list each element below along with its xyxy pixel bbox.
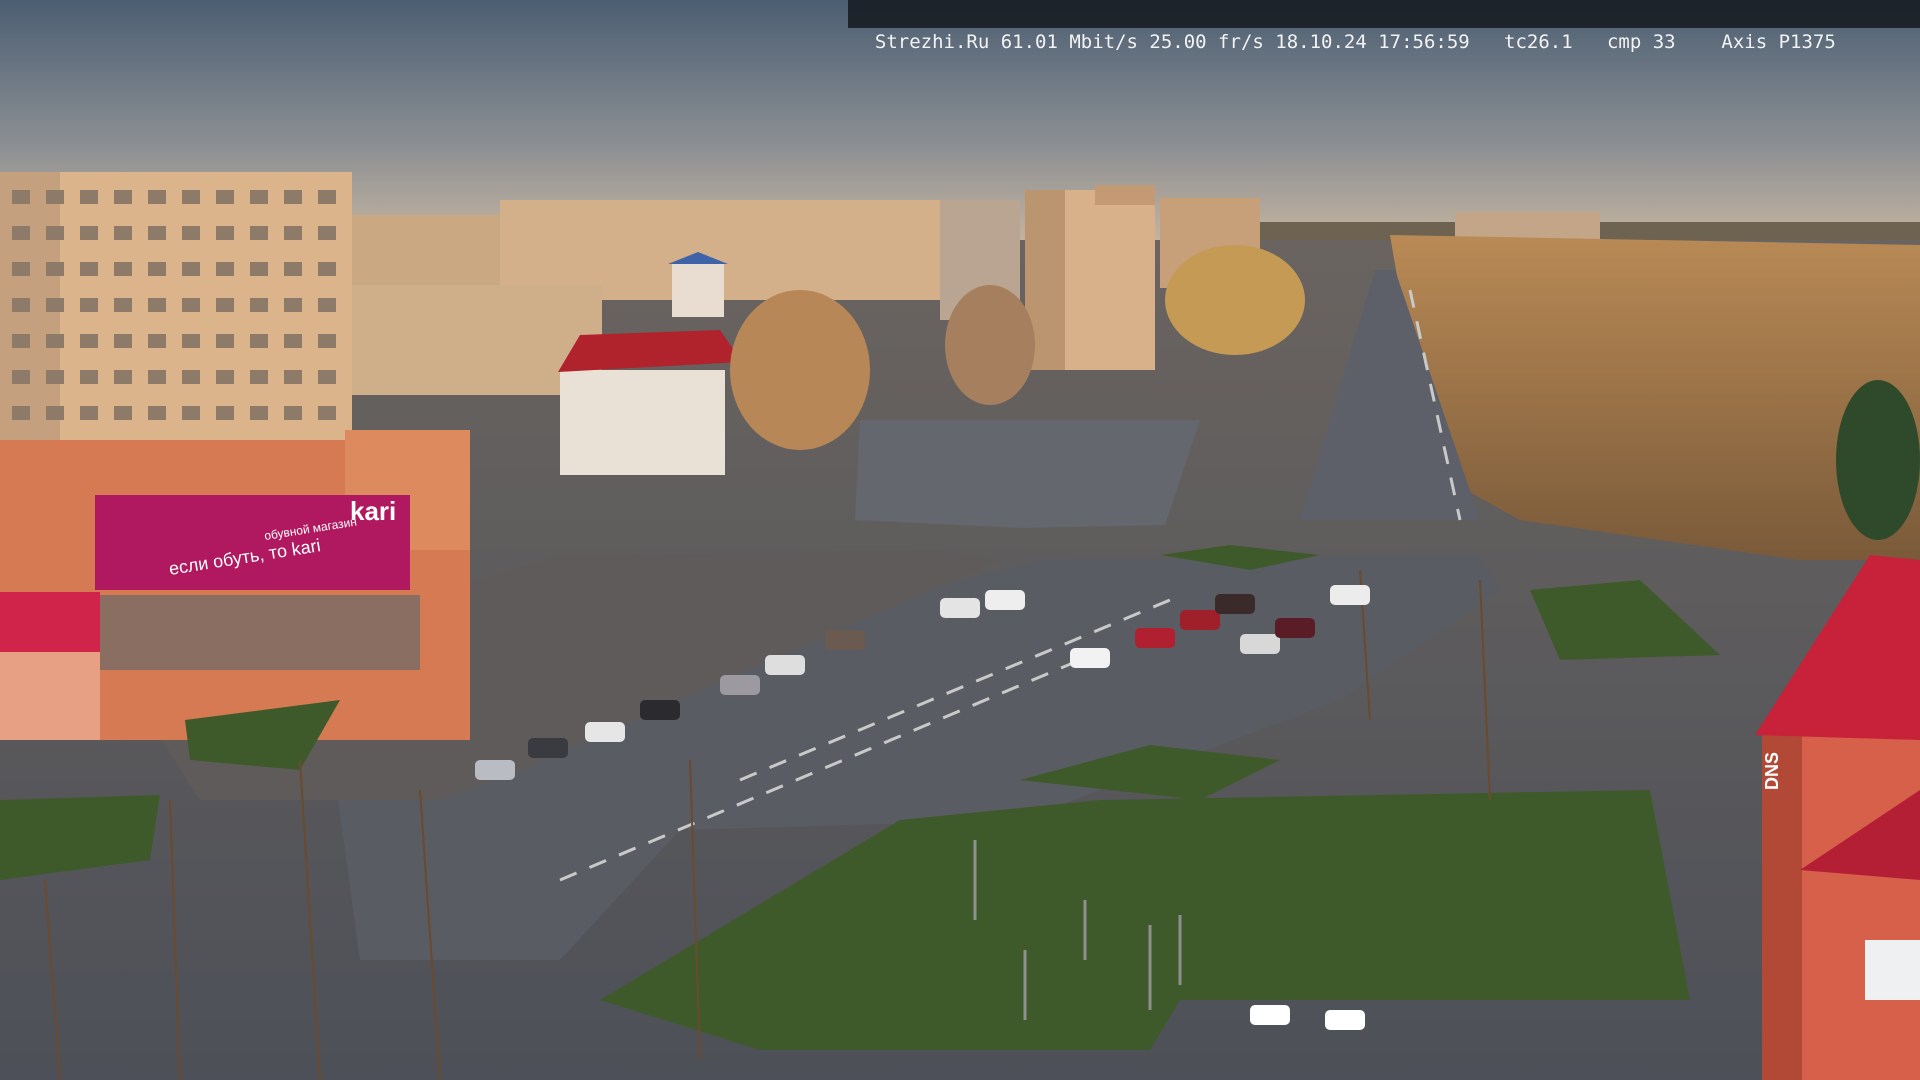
parked-car bbox=[1070, 648, 1110, 668]
parked-car bbox=[985, 590, 1025, 610]
window bbox=[284, 406, 302, 420]
window bbox=[250, 262, 268, 276]
central-tower bbox=[1025, 185, 1155, 370]
window bbox=[80, 370, 98, 384]
window bbox=[12, 226, 30, 240]
window bbox=[284, 190, 302, 204]
parked-car bbox=[1180, 610, 1220, 630]
window bbox=[318, 262, 336, 276]
window bbox=[284, 226, 302, 240]
red-roof-house bbox=[558, 330, 742, 475]
parked-car bbox=[640, 700, 680, 720]
dns-sign: DNS bbox=[1762, 752, 1782, 790]
window bbox=[114, 370, 132, 384]
evergreen-tree bbox=[1836, 380, 1920, 540]
window bbox=[318, 226, 336, 240]
window bbox=[216, 298, 234, 312]
window bbox=[250, 190, 268, 204]
window bbox=[148, 334, 166, 348]
window bbox=[148, 190, 166, 204]
window bbox=[114, 406, 132, 420]
window bbox=[216, 190, 234, 204]
window bbox=[250, 406, 268, 420]
parked-car bbox=[1325, 1010, 1365, 1030]
window bbox=[216, 334, 234, 348]
window bbox=[148, 262, 166, 276]
window bbox=[12, 406, 30, 420]
window bbox=[250, 226, 268, 240]
parked-car bbox=[765, 655, 805, 675]
blue-roof-tower bbox=[672, 262, 724, 317]
street-camera-view: kari если обуть, то kari обувной магазин… bbox=[0, 0, 1920, 1080]
window bbox=[46, 370, 64, 384]
window bbox=[80, 334, 98, 348]
parked-car bbox=[585, 722, 625, 742]
window bbox=[114, 226, 132, 240]
window bbox=[182, 262, 200, 276]
window bbox=[216, 370, 234, 384]
window bbox=[182, 370, 200, 384]
window bbox=[284, 262, 302, 276]
window bbox=[148, 406, 166, 420]
window bbox=[46, 262, 64, 276]
window bbox=[12, 298, 30, 312]
parked-car bbox=[1330, 585, 1370, 605]
window bbox=[250, 370, 268, 384]
kari-logo: kari bbox=[350, 496, 396, 526]
window bbox=[114, 298, 132, 312]
parked-car bbox=[1240, 634, 1280, 654]
parked-car bbox=[475, 760, 515, 780]
window bbox=[148, 226, 166, 240]
window bbox=[250, 298, 268, 312]
camera-overlay-text: Strezhi.Ru 61.01 Mbit/s 25.00 fr/s 18.10… bbox=[874, 31, 1836, 53]
window bbox=[80, 262, 98, 276]
window bbox=[216, 226, 234, 240]
parked-car bbox=[1135, 628, 1175, 648]
window bbox=[46, 226, 64, 240]
window bbox=[114, 190, 132, 204]
window bbox=[250, 334, 268, 348]
window bbox=[318, 406, 336, 420]
parked-car bbox=[940, 598, 980, 618]
window bbox=[46, 190, 64, 204]
camera-overlay-bar: Strezhi.Ru 61.01 Mbit/s 25.00 fr/s 18.10… bbox=[848, 0, 1920, 53]
window bbox=[80, 190, 98, 204]
parked-car bbox=[825, 630, 865, 650]
window bbox=[148, 370, 166, 384]
window bbox=[12, 370, 30, 384]
parked-car bbox=[1250, 1005, 1290, 1025]
parked-car bbox=[1215, 594, 1255, 614]
kari-store-building bbox=[0, 430, 470, 740]
window bbox=[284, 298, 302, 312]
window bbox=[182, 298, 200, 312]
window bbox=[318, 298, 336, 312]
window bbox=[148, 298, 166, 312]
window bbox=[114, 334, 132, 348]
window bbox=[46, 298, 64, 312]
window bbox=[12, 334, 30, 348]
window bbox=[182, 226, 200, 240]
window bbox=[318, 370, 336, 384]
window bbox=[46, 334, 64, 348]
window bbox=[114, 262, 132, 276]
window bbox=[80, 406, 98, 420]
window bbox=[318, 190, 336, 204]
window bbox=[182, 406, 200, 420]
central-square bbox=[855, 420, 1200, 528]
window bbox=[12, 190, 30, 204]
window bbox=[284, 334, 302, 348]
window bbox=[80, 226, 98, 240]
window bbox=[318, 334, 336, 348]
parked-car bbox=[528, 738, 568, 758]
window bbox=[216, 262, 234, 276]
window bbox=[182, 334, 200, 348]
window bbox=[216, 406, 234, 420]
window bbox=[46, 406, 64, 420]
window bbox=[80, 298, 98, 312]
window bbox=[12, 262, 30, 276]
window bbox=[284, 370, 302, 384]
parked-car bbox=[1275, 618, 1315, 638]
window bbox=[182, 190, 200, 204]
parked-car bbox=[720, 675, 760, 695]
